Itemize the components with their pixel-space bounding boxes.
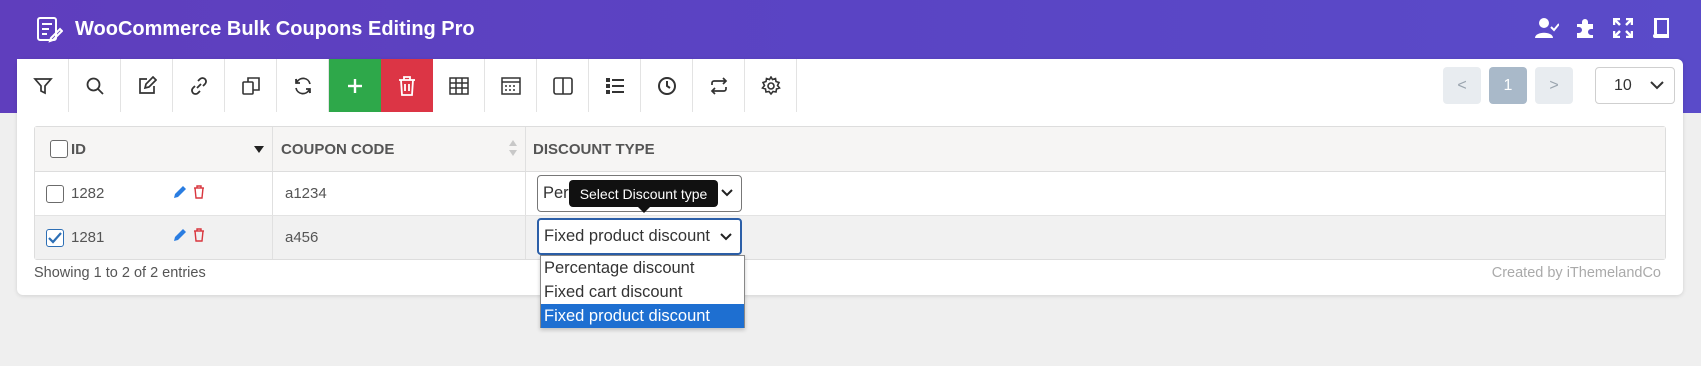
discount-type-dropdown: Percentage discount Fixed cart discount …: [540, 255, 745, 328]
select-all-checkbox[interactable]: [50, 140, 68, 158]
list-icon: [605, 77, 624, 94]
settings-icon: [760, 75, 781, 95]
edit-row-icon[interactable]: [173, 228, 187, 246]
coupon-code-column-header[interactable]: COUPON CODE: [273, 127, 526, 171]
duplicate-button[interactable]: [225, 59, 277, 112]
column-layout-icon: [500, 76, 521, 95]
per-page-value: 10: [1614, 76, 1632, 94]
coupon-id: 1281: [71, 229, 105, 246]
checkmark-icon: [48, 231, 62, 244]
search-icon: [86, 77, 104, 95]
split-view-icon: [552, 76, 573, 95]
select-tooltip: Select Discount type: [569, 180, 718, 213]
settings-button[interactable]: [745, 59, 797, 112]
edit-button[interactable]: [121, 59, 173, 112]
sort-icon: [509, 140, 517, 156]
coupon-code: a456: [285, 229, 319, 246]
refresh-icon: [294, 77, 311, 94]
delete-row-icon[interactable]: [193, 185, 205, 203]
table-icon: [448, 76, 469, 95]
dropdown-option-fixed-product[interactable]: Fixed product discount: [541, 304, 744, 328]
refresh-button[interactable]: [277, 59, 329, 112]
discount-type-value: Per: [543, 184, 569, 202]
dropdown-option-percentage[interactable]: Percentage discount: [541, 256, 744, 280]
edit-icon: [138, 75, 157, 94]
delete-row-icon[interactable]: [193, 228, 205, 246]
coupon-code-cell[interactable]: a1234: [273, 172, 526, 215]
edit-row-icon[interactable]: [173, 185, 187, 203]
chevron-down-icon: [1650, 81, 1664, 90]
book-icon[interactable]: [1649, 16, 1673, 40]
discount-type-column-header[interactable]: DISCOUNT TYPE: [526, 127, 1665, 171]
sort-desc-icon: [254, 146, 264, 153]
discount-type-select-open[interactable]: Fixed product discount: [537, 218, 742, 255]
table-header: ID COUPON CODE DISCOUNT TYPE: [35, 127, 1665, 172]
next-page-button[interactable]: >: [1535, 67, 1573, 104]
user-check-icon[interactable]: [1535, 16, 1559, 40]
coupon-code-column-label: COUPON CODE: [281, 140, 395, 158]
row-checkbox[interactable]: [46, 184, 64, 203]
app-title: WooCommerce Bulk Coupons Editing Pro: [75, 17, 475, 40]
filter-icon: [32, 77, 53, 94]
pagination: < 1 >: [1443, 67, 1573, 104]
credit-text: Created by iThemelandCo: [1491, 265, 1661, 281]
id-cell: 1282: [35, 172, 273, 215]
main-panel: < 1 > 10 ID COUPON CODE DISCOUNT TYPE 12…: [17, 59, 1683, 295]
link-button[interactable]: [173, 59, 225, 112]
swap-icon: [710, 76, 727, 95]
duplicate-icon: [241, 76, 260, 95]
add-button[interactable]: [329, 59, 381, 112]
id-column-label: ID: [71, 140, 86, 158]
entries-info: Showing 1 to 2 of 2 entries: [34, 265, 206, 281]
filter-button[interactable]: [17, 59, 69, 112]
chevron-down-icon: [721, 189, 733, 197]
search-button[interactable]: [69, 59, 121, 112]
chevron-down-icon: [720, 233, 732, 241]
table-row: 1282 a1234 Per: [35, 172, 1665, 216]
discount-type-value: Fixed product discount: [544, 227, 711, 245]
swap-button[interactable]: [693, 59, 745, 112]
split-view-button[interactable]: [537, 59, 589, 112]
list-button[interactable]: [589, 59, 641, 112]
coupons-table: ID COUPON CODE DISCOUNT TYPE 1282 a1234: [34, 126, 1666, 260]
discount-type-column-label: DISCOUNT TYPE: [533, 140, 655, 158]
table-button[interactable]: [433, 59, 485, 112]
delete-button[interactable]: [381, 59, 433, 112]
id-column-header[interactable]: ID: [35, 127, 273, 171]
coupon-code-cell[interactable]: a456: [273, 216, 526, 259]
app-logo-icon: [34, 14, 64, 44]
puzzle-icon[interactable]: [1573, 16, 1597, 40]
column-layout-button[interactable]: [485, 59, 537, 112]
coupon-id: 1282: [71, 185, 105, 202]
fullscreen-icon[interactable]: [1611, 16, 1635, 40]
add-icon: [347, 78, 362, 93]
current-page-button[interactable]: 1: [1489, 67, 1527, 104]
coupon-code: a1234: [285, 185, 327, 202]
link-icon: [190, 76, 207, 95]
delete-icon: [398, 75, 415, 96]
prev-page-button[interactable]: <: [1443, 67, 1481, 104]
toolbar: [17, 59, 797, 112]
history-icon: [657, 76, 676, 95]
id-cell: 1281: [35, 216, 273, 259]
dropdown-option-fixed-cart[interactable]: Fixed cart discount: [541, 280, 744, 304]
history-button[interactable]: [641, 59, 693, 112]
row-checkbox-checked[interactable]: [46, 228, 64, 247]
app-title-bar: WooCommerce Bulk Coupons Editing Pro: [34, 14, 475, 44]
table-row: 1281 a456 Fixed product discount: [35, 216, 1665, 259]
per-page-select[interactable]: 10: [1595, 67, 1675, 104]
discount-type-cell: Fixed product discount: [526, 216, 1665, 259]
